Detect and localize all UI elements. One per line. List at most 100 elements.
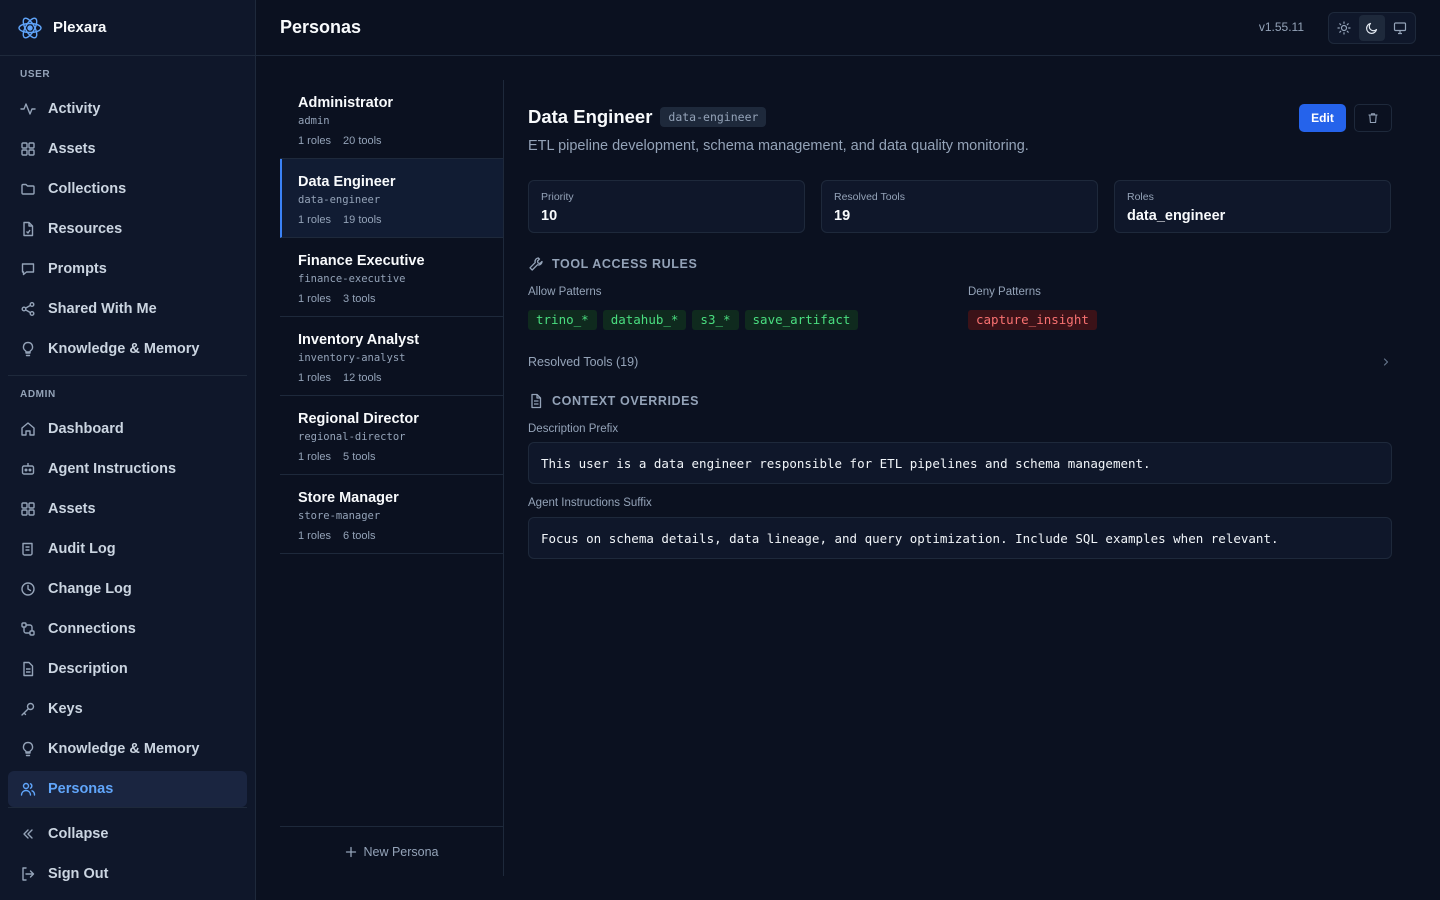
persona-detail: Data Engineer data-engineer Edit ETL pip… [528,80,1392,559]
new-persona-button[interactable]: New Persona [280,826,504,876]
stats-row: Priority 10 Resolved Tools 19 Roles data… [528,180,1391,233]
agent-suffix-label: Agent Instructions Suffix [528,497,652,509]
sidebar-item-label: Shared With Me [48,301,157,317]
persona-roles: 1 roles [298,135,332,147]
stat-label: Priority [541,191,574,203]
brand[interactable]: Plexara [0,0,255,56]
user-section-label: USER [20,69,51,80]
persona-name: Regional Director [298,411,419,427]
persona-roles: 1 roles [298,451,332,463]
sidebar-item-activity[interactable]: Activity [8,91,247,127]
persona-slug: store-manager [298,510,381,522]
allow-pattern-chip: s3_* [692,310,739,330]
sidebar-item-collections[interactable]: Collections [8,171,247,207]
chevron-right-icon [1380,356,1392,368]
light-theme-button[interactable] [1331,15,1357,41]
persona-name: Inventory Analyst [298,332,420,348]
sidebar-item-audit-log[interactable]: Audit Log [8,531,247,567]
key-icon [20,701,36,717]
sidebar-item-dashboard[interactable]: Dashboard [8,411,247,447]
sidebar-item-connections[interactable]: Connections [8,611,247,647]
allow-pattern-chip: trino_* [528,310,597,330]
sidebar-item-prompts[interactable]: Prompts [8,251,247,287]
persona-name: Finance Executive [298,253,425,269]
message-icon [20,261,36,277]
persona-roles: 1 roles [298,530,332,542]
sidebar-item-label: Assets [48,501,96,517]
sidebar-item-admin-assets[interactable]: Assets [8,491,247,527]
persona-slug: admin [298,115,330,127]
persona-item-finance-executive[interactable]: Finance Executive finance-executive 1 ro… [280,238,503,317]
app-name: Plexara [53,19,107,36]
sidebar-item-label: Knowledge & Memory [48,341,200,357]
description-prefix-text: This user is a data engineer responsible… [541,455,1151,471]
sidebar-item-description[interactable]: Description [8,651,247,687]
edit-button[interactable]: Edit [1299,104,1346,132]
sidebar-item-resources[interactable]: Resources [8,211,247,247]
stat-card-priority: Priority 10 [528,180,805,233]
sidebar-item-knowledge-memory[interactable]: Knowledge & Memory [8,331,247,367]
persona-slug: regional-director [298,431,406,443]
sidebar-item-label: Agent Instructions [48,461,177,477]
persona-tools: 5 tools [343,451,376,463]
sidebar-item-label: Keys [48,701,83,717]
sidebar-divider [8,375,247,376]
tool-access-heading: TOOL ACCESS RULES [528,256,697,272]
grid-icon [20,501,36,517]
description-prefix-label: Description Prefix [528,423,619,435]
resolved-tools-toggle[interactable]: Resolved Tools (19) [528,353,1392,371]
sidebar-item-label: Dashboard [48,421,124,437]
persona-item-data-engineer[interactable]: Data Engineer data-engineer 1 roles 19 to… [280,159,503,238]
persona-item-store-manager[interactable]: Store Manager store-manager 1 roles 6 too… [280,475,503,554]
sidebar-footer-divider [8,807,247,808]
persona-tools: 12 tools [343,372,382,384]
description-prefix-box: This user is a data engineer responsible… [528,442,1392,484]
delete-button[interactable] [1354,104,1392,132]
admin-section-label: ADMIN [20,389,56,400]
sidebar-item-change-log[interactable]: Change Log [8,571,247,607]
clock-icon [20,581,36,597]
persona-item-administrator[interactable]: Administrator admin 1 roles 20 tools [280,80,503,159]
sidebar-item-keys[interactable]: Keys [8,691,247,727]
sidebar-item-label: Description [48,661,128,677]
allow-pattern-chip: save_artifact [744,310,859,330]
sidebar-item-assets[interactable]: Assets [8,131,247,167]
persona-name: Data Engineer [298,174,396,190]
sidebar-item-personas[interactable]: Personas [8,771,247,807]
agent-suffix-text: Focus on schema details, data lineage, a… [541,530,1279,546]
persona-description: ETL pipeline development, schema managem… [528,138,1029,154]
file-icon [20,221,36,237]
persona-tools: 3 tools [343,293,376,305]
top-bar: Personas v1.55.11 [256,0,1440,56]
sidebar-item-agent-instructions[interactable]: Agent Instructions [8,451,247,487]
wrench-icon [528,256,544,272]
dark-theme-button[interactable] [1359,15,1385,41]
persona-tools: 19 tools [343,214,382,226]
sign-out-label: Sign Out [48,866,109,882]
persona-item-inventory-analyst[interactable]: Inventory Analyst inventory-analyst 1 ro… [280,317,503,396]
folder-icon [20,181,36,197]
sidebar-item-label: Resources [48,221,123,237]
persona-roles: 1 roles [298,214,332,226]
users-icon [20,781,36,797]
persona-slug: finance-executive [298,273,406,285]
agent-suffix-box: Focus on schema details, data lineage, a… [528,517,1392,559]
deny-patterns-label: Deny Patterns [968,286,1041,298]
stat-value: 10 [541,208,558,224]
persona-item-regional-director[interactable]: Regional Director regional-director 1 ro… [280,396,503,475]
sign-out-button[interactable]: Sign Out [8,856,247,892]
sidebar-item-shared-with-me[interactable]: Shared With Me [8,291,247,327]
allow-patterns-label: Allow Patterns [528,286,602,298]
system-theme-button[interactable] [1387,15,1413,41]
bot-icon [20,461,36,477]
sidebar-item-label: Collections [48,181,127,197]
persona-roles: 1 roles [298,372,332,384]
collapse-button[interactable]: Collapse [8,816,247,852]
log-out-icon [20,866,36,882]
sidebar-item-label: Prompts [48,261,107,277]
file-text-icon [528,393,544,409]
sidebar-item-admin-knowledge-memory[interactable]: Knowledge & Memory [8,731,247,767]
monitor-icon [1393,21,1407,35]
allow-pattern-chip: datahub_* [602,310,687,330]
stat-card-resolved-tools: Resolved Tools 19 [821,180,1098,233]
